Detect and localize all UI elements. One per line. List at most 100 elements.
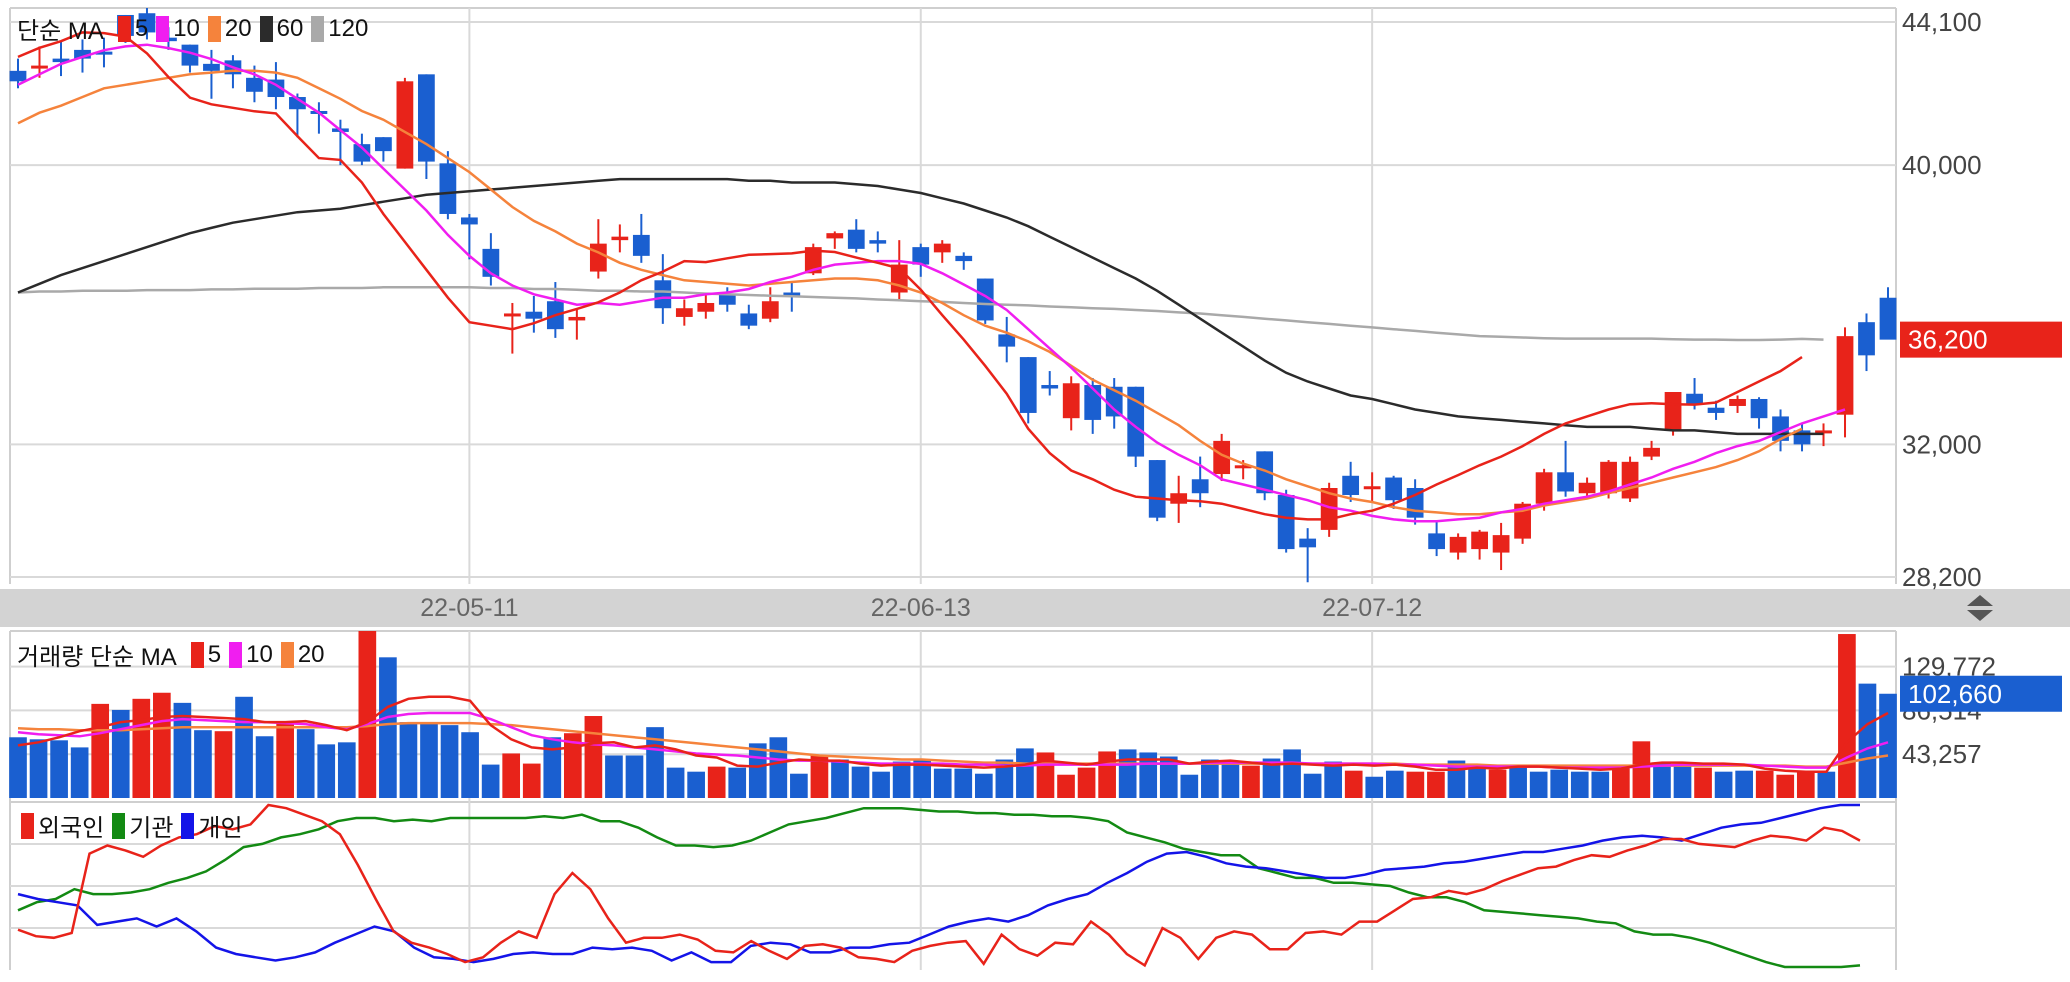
volume-bar: [1570, 771, 1589, 798]
volume-bar: [933, 768, 952, 798]
volume-bar: [605, 755, 623, 798]
volume-bar: [1879, 693, 1897, 798]
volume-bar: [1221, 762, 1240, 798]
volume-bar: [1344, 770, 1363, 798]
volume-bar: [1714, 771, 1733, 798]
volume-bar: [1529, 771, 1548, 798]
price-ma-label-5: 5: [134, 14, 149, 42]
candle-body: [826, 233, 844, 239]
volume-bar: [666, 767, 685, 798]
candle-body: [1342, 475, 1360, 495]
volume-bar: [1796, 771, 1815, 798]
price-ma-swatch-10: [156, 15, 170, 42]
volume-bar: [872, 771, 890, 798]
volume-bar: [1735, 770, 1753, 798]
candle-body: [1578, 482, 1596, 494]
volume-bar: [1755, 770, 1774, 798]
volume-bar: [1838, 634, 1856, 798]
price-y-tick-label: 28,200: [1902, 562, 1982, 592]
grid-layer: [0, 7, 2070, 970]
price-ma-line-10: [17, 43, 1846, 523]
volume-bar: [522, 763, 541, 798]
volume-bar: [296, 729, 315, 798]
volume-ma-legend: 거래량 단순 MA 5 10 20: [17, 637, 325, 672]
date-band: [0, 589, 2070, 627]
volume-bar: [1673, 765, 1692, 798]
price-y-tick-label: 40,000: [1902, 150, 1982, 180]
price-ma-line-20: [17, 69, 1803, 516]
volume-bar: [1201, 759, 1219, 798]
investor-swatch-기관: [112, 812, 126, 839]
volume-bar: [461, 732, 479, 798]
volume-bar: [1694, 767, 1712, 798]
volume-bar: [1303, 773, 1322, 798]
volume-y-tick-label: 43,257: [1902, 739, 1982, 769]
volume-bar: [851, 766, 870, 798]
volume-bar: [1468, 768, 1486, 798]
candle-body: [1170, 493, 1188, 504]
volume-bar: [317, 744, 336, 798]
volume-bar: [1653, 762, 1671, 798]
volume-bar: [1324, 761, 1343, 798]
price-ma-label-20: 20: [224, 14, 252, 42]
candle-body: [1557, 472, 1574, 492]
candle-body: [718, 294, 736, 305]
candle-body: [589, 243, 607, 272]
volume-legend-title: 거래량 단순 MA: [17, 644, 177, 671]
price-plot: [9, 8, 1897, 583]
volume-bar: [728, 767, 747, 798]
candle-body: [31, 65, 48, 69]
candle-body: [439, 163, 457, 214]
volume-ma-swatch-20: [280, 641, 294, 668]
resize-arrows-icon: [1967, 595, 1993, 621]
panel-resize-handle[interactable]: [1962, 590, 1998, 626]
price-ma-line-5: [17, 31, 1803, 521]
candle-body: [1643, 447, 1660, 457]
volume-bar: [954, 768, 973, 798]
volume-bar: [1858, 683, 1877, 798]
candle-body: [955, 255, 973, 262]
volume-bar: [440, 725, 459, 798]
volume-bar: [50, 740, 68, 798]
volume-bar: [1776, 774, 1795, 798]
candle-body: [525, 311, 543, 319]
volume-bar: [1118, 749, 1137, 798]
candle-body: [1191, 479, 1209, 494]
volume-ma-label-5: 5: [207, 640, 222, 668]
date-tick-label: 22-07-12: [1322, 594, 1422, 622]
volume-bar: [1283, 749, 1301, 798]
volume-bar: [831, 759, 849, 798]
price-ma-swatch-60: [259, 15, 273, 42]
volume-ma-swatch-10: [229, 641, 243, 668]
volume-bar: [1057, 774, 1075, 798]
volume-ma-swatch-5: [190, 641, 204, 668]
price-ma-swatch-120: [311, 15, 325, 42]
price-legend-title: 단순 MA: [17, 18, 104, 45]
candle-body: [203, 63, 220, 71]
volume-bar: [1385, 770, 1404, 798]
candle-body: [503, 313, 521, 317]
volume-bar: [29, 739, 48, 798]
volume-bar: [91, 703, 110, 798]
axis-layer: 44,100 40,000 32,000 28,200 22-05-11 22-06-13…: [420, 7, 2062, 769]
volume-bar: [132, 698, 151, 798]
price-ma-legend: 단순 MA 5 10 20 60 120: [17, 11, 368, 46]
volume-bar: [1242, 765, 1260, 798]
candle-body: [654, 280, 672, 309]
volume-bar: [1427, 771, 1445, 798]
volume-bar: [1509, 765, 1527, 798]
candle-body: [396, 81, 414, 169]
volume-bar: [420, 722, 438, 798]
volume-bar: [194, 730, 212, 798]
investor-line-개인: [17, 803, 1860, 964]
candle-body: [1428, 533, 1446, 550]
candle-body: [1836, 336, 1854, 415]
volume-bar: [502, 753, 521, 798]
candle-body: [1858, 322, 1875, 356]
volume-bar: [1817, 771, 1836, 798]
date-tick-label: 22-06-13: [871, 594, 971, 622]
candle-body: [1277, 494, 1295, 550]
volume-bar: [974, 773, 993, 798]
volume-bar: [625, 755, 644, 798]
volume-bar: [399, 722, 418, 798]
